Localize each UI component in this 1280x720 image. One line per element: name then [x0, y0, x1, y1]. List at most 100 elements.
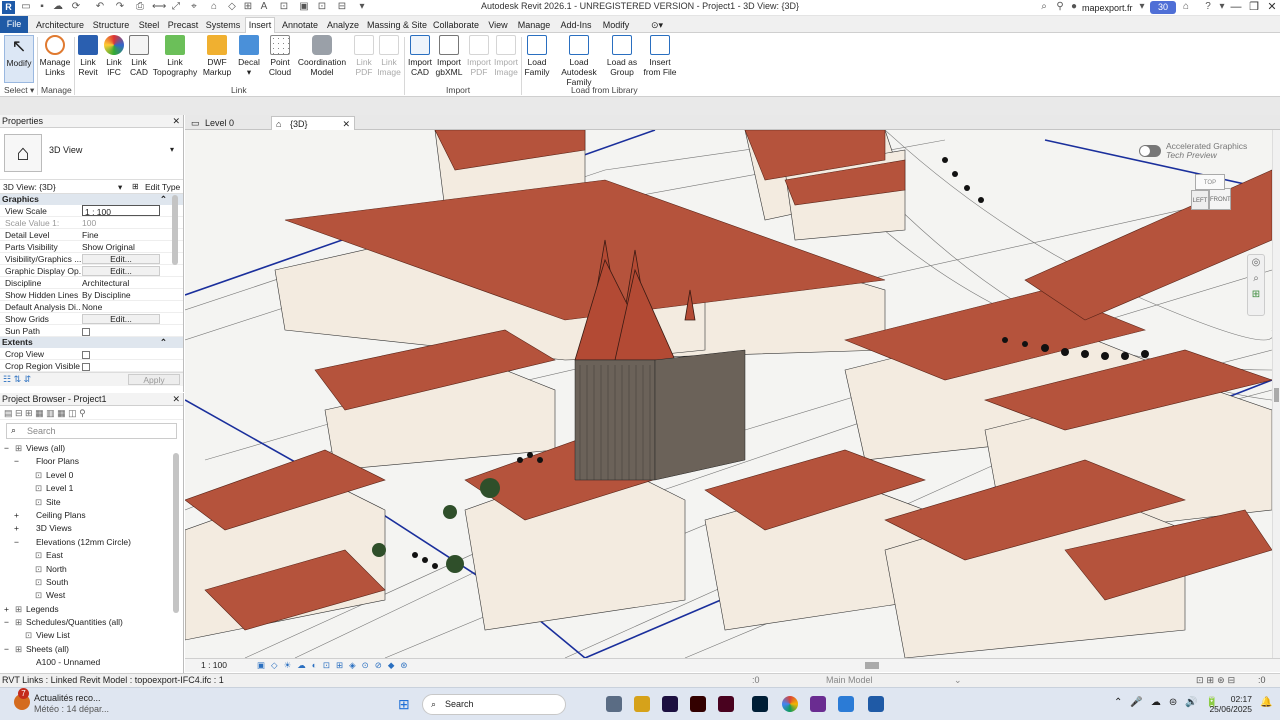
- help-dropdown-icon[interactable]: ▾: [1216, 1, 1228, 13]
- import-gbxml-button[interactable]: Import gbXML: [434, 35, 464, 77]
- link-ifc-button[interactable]: Link IFC: [102, 35, 126, 77]
- news-icon[interactable]: 7: [14, 688, 30, 710]
- view-scale-control[interactable]: 1 : 100: [201, 659, 227, 672]
- collapse-icon[interactable]: −: [14, 536, 23, 549]
- cart-icon[interactable]: ⌂: [1180, 1, 1192, 13]
- file-explorer-icon[interactable]: [606, 696, 622, 712]
- browser-scrollbar[interactable]: [173, 453, 179, 613]
- view-scale-input[interactable]: 1 : 100: [82, 205, 160, 216]
- link-image-button[interactable]: Link Image: [376, 35, 402, 77]
- viewport-scrollbar-vertical[interactable]: [1272, 130, 1280, 658]
- view-instance-selector[interactable]: 3D View: {3D}: [3, 180, 56, 194]
- tab-3d[interactable]: ⌂ {3D} ✕: [271, 116, 355, 130]
- tab-view[interactable]: View: [485, 18, 511, 32]
- dwf-markup-button[interactable]: DWF Markup: [202, 35, 232, 77]
- tree-item[interactable]: − Elevations (12mm Circle): [0, 536, 183, 549]
- close-icon[interactable]: ✕: [342, 117, 350, 131]
- extents-section[interactable]: Extents ⌃: [0, 337, 183, 348]
- tab-massing-site[interactable]: Massing & Site: [366, 18, 428, 32]
- link-topography-button[interactable]: Link Topography: [152, 35, 198, 77]
- view-cube-front[interactable]: FRONT: [1209, 188, 1231, 210]
- selection-filter-icons[interactable]: ⊡⊞⊛⊟: [1196, 674, 1238, 687]
- tree-item[interactable]: ⊡ South: [0, 576, 183, 589]
- 3d-viewport[interactable]: Accelerated Graphics Tech Preview LEFT FR…: [185, 130, 1272, 658]
- tab-add-ins[interactable]: Add-Ins: [558, 18, 594, 32]
- load-as-group-button[interactable]: Load as Group: [606, 35, 638, 77]
- tree-item[interactable]: − Floor Plans: [0, 455, 183, 468]
- tab-systems[interactable]: Systems: [204, 18, 242, 32]
- close-icon[interactable]: ✕: [172, 393, 180, 406]
- link-revit-button[interactable]: Link Revit: [76, 35, 100, 77]
- search-input[interactable]: Search: [27, 426, 56, 436]
- tab-modify[interactable]: Modify: [600, 18, 632, 32]
- tree-item[interactable]: A100 - Unnamed: [0, 656, 183, 669]
- properties-scrollbar[interactable]: [172, 195, 178, 265]
- graphics-section[interactable]: Graphics ⌃: [0, 194, 183, 205]
- expand-icon[interactable]: +: [14, 509, 23, 522]
- tab-manage[interactable]: Manage: [516, 18, 552, 32]
- view-control-icons[interactable]: ▣◇☀☁◐⊡⊞◈⊙⊘◆⊛: [257, 659, 414, 672]
- illustrator-icon[interactable]: [690, 696, 706, 712]
- link-cad-button[interactable]: Link CAD: [128, 35, 150, 77]
- minimize-button[interactable]: —: [1228, 1, 1244, 14]
- import-image-button[interactable]: Import Image: [492, 35, 520, 77]
- browser-toolbar-icons[interactable]: ▤ ⊟ ⊞ ▦ ▥ ▦ ◫ ⚲: [0, 406, 183, 420]
- apply-button[interactable]: Apply: [128, 374, 180, 385]
- import-cad-button[interactable]: Import CAD: [406, 35, 434, 77]
- tree-item[interactable]: ⊡ West: [0, 589, 183, 602]
- clock[interactable]: 02:17 25/06/2025: [1208, 694, 1252, 714]
- tree-item[interactable]: + Ceiling Plans: [0, 509, 183, 522]
- search-icon[interactable]: ⌕: [1038, 1, 1050, 13]
- expand-icon[interactable]: +: [4, 603, 13, 616]
- view-cube-left[interactable]: LEFT: [1191, 190, 1209, 210]
- tab-level-0[interactable]: ▭ Level 0: [187, 116, 271, 130]
- taskbar-search[interactable]: ⌕ Search: [422, 694, 566, 715]
- chevron-down-icon[interactable]: ⌄: [954, 674, 962, 687]
- type-selector[interactable]: ⌂ 3D View ▾: [0, 128, 183, 180]
- tab-architecture[interactable]: Architecture: [34, 18, 86, 32]
- tab-structure[interactable]: Structure: [90, 18, 132, 32]
- tree-item[interactable]: ⊡ East: [0, 549, 183, 562]
- windows-start-icon[interactable]: ⊞: [398, 696, 414, 712]
- tab-analyze[interactable]: Analyze: [326, 18, 360, 32]
- insert-from-file-button[interactable]: Insert from File: [642, 35, 678, 77]
- notification-badge[interactable]: 30: [1150, 1, 1176, 14]
- tab-steel[interactable]: Steel: [136, 18, 162, 32]
- indesign-icon[interactable]: [718, 696, 734, 712]
- tree-item[interactable]: ⊡ Level 1: [0, 482, 183, 495]
- load-family-button[interactable]: Load Family: [522, 35, 552, 77]
- crop-region-checkbox[interactable]: [82, 362, 90, 371]
- collapse-icon[interactable]: −: [14, 455, 23, 468]
- help-icon[interactable]: ?: [1202, 1, 1214, 13]
- manage-links-button[interactable]: Manage Links: [38, 35, 72, 77]
- view-cube[interactable]: LEFT FRONT TOP: [1185, 168, 1237, 220]
- revit-taskbar-icon[interactable]: [868, 696, 884, 712]
- prop-row[interactable]: Discipline Architectural: [0, 277, 183, 289]
- edit-button[interactable]: Edit...: [82, 254, 160, 264]
- tree-item[interactable]: ⊡ View List: [0, 629, 183, 642]
- tab-contextual-toggle[interactable]: ⊙▾: [646, 18, 668, 32]
- decal-button[interactable]: Decal ▾: [236, 35, 262, 77]
- premiere-icon[interactable]: [662, 696, 678, 712]
- sun-path-checkbox[interactable]: [82, 327, 90, 336]
- tree-item[interactable]: ⊡ Site: [0, 496, 183, 509]
- mail-icon[interactable]: [838, 696, 854, 712]
- user-dropdown-icon[interactable]: ▾: [1136, 1, 1148, 13]
- prop-row[interactable]: Default Analysis Di... None: [0, 301, 183, 313]
- folder-icon[interactable]: [634, 696, 650, 712]
- collapse-icon[interactable]: −: [4, 643, 13, 656]
- news-widget[interactable]: Actualités reco... Météo : 14 dépar...: [34, 693, 109, 715]
- tree-item[interactable]: ⊡ North: [0, 563, 183, 576]
- modify-button[interactable]: ↖ Modify: [4, 35, 34, 83]
- zoom-extents-icon[interactable]: ⊞: [1248, 287, 1264, 303]
- expand-icon[interactable]: +: [14, 522, 23, 535]
- tree-item[interactable]: − ⊞ Sheets (all): [0, 643, 183, 656]
- tree-item[interactable]: +3D Views: [0, 522, 183, 535]
- edit-button[interactable]: Edit...: [82, 266, 160, 276]
- app-icon[interactable]: [810, 696, 826, 712]
- collapse-icon[interactable]: −: [4, 442, 13, 455]
- user-icon[interactable]: ●: [1068, 1, 1080, 13]
- point-cloud-button[interactable]: Point Cloud: [266, 35, 294, 77]
- crop-view-checkbox[interactable]: [82, 350, 90, 359]
- close-button[interactable]: ✕: [1264, 1, 1280, 14]
